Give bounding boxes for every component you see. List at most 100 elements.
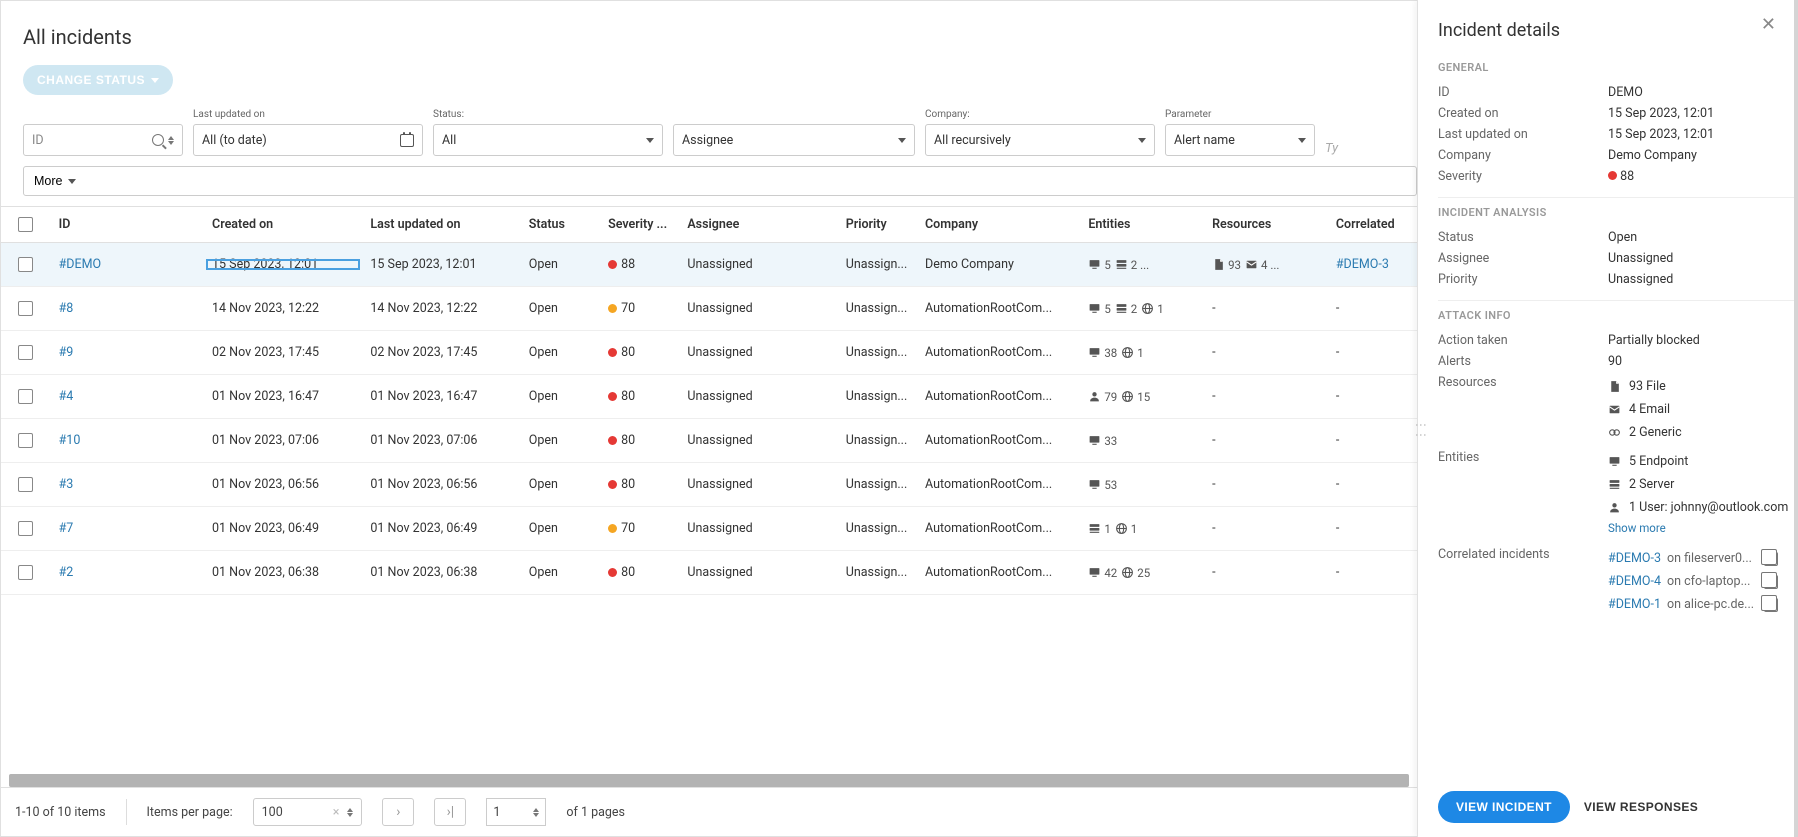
more-filters-button[interactable]: More [23,166,1417,196]
view-responses-button[interactable]: VIEW RESPONSES [1584,800,1698,814]
table-row[interactable]: #DEMO 15 Sep 2023, 12:01 15 Sep 2023, 12… [1,243,1417,287]
table-row[interactable]: #2 01 Nov 2023, 06:38 01 Nov 2023, 06:38… [1,551,1417,595]
col-status[interactable]: Status [521,217,600,232]
section-attack: ATTACK INFO [1438,309,1794,322]
incident-id-link[interactable]: #3 [59,477,74,492]
company-filter[interactable]: All recursively [925,124,1155,156]
pager-last-button[interactable]: ›| [434,798,466,826]
row-checkbox[interactable] [18,565,33,580]
severity-dot-icon [608,260,617,269]
incident-id-link[interactable]: #4 [59,389,74,404]
file-icon: 93 [1212,258,1241,272]
page-number-input[interactable]: 1 [486,798,546,826]
show-more-link[interactable]: Show more [1608,519,1794,541]
table-row[interactable]: #8 14 Nov 2023, 12:22 14 Nov 2023, 12:22… [1,287,1417,331]
table-row[interactable]: #7 01 Nov 2023, 06:49 01 Nov 2023, 06:49… [1,507,1417,551]
incident-id-link[interactable]: #9 [59,345,74,360]
severity-dot-icon [608,348,617,357]
col-updated[interactable]: Last updated on [362,217,520,232]
detail-alerts-link[interactable]: 90 [1608,354,1794,369]
status-filter[interactable]: All [433,124,663,156]
correlated-incident-link[interactable]: #DEMO-1 [1608,597,1661,612]
chevron-down-icon [646,138,654,143]
cell-priority: Unassign... [838,345,917,360]
change-status-button[interactable]: CHANGE STATUS [23,65,173,95]
chevron-down-icon [898,138,906,143]
incident-id-link[interactable]: #7 [59,521,74,536]
chevron-down-icon [1138,138,1146,143]
correlated-incident-link[interactable]: #DEMO-4 [1608,574,1661,589]
row-checkbox[interactable] [18,433,33,448]
copy-icon[interactable] [1764,598,1778,612]
copy-icon[interactable] [1764,552,1778,566]
col-created[interactable]: Created on [204,217,362,232]
correlated-link[interactable]: #DEMO-3 [1336,257,1389,272]
severity-dot-icon [608,304,617,313]
cell-updated: 01 Nov 2023, 07:06 [362,433,520,448]
globe-icon: 25 [1121,566,1150,580]
table-row[interactable]: #9 02 Nov 2023, 17:45 02 Nov 2023, 17:45… [1,331,1417,375]
cell-created: 01 Nov 2023, 06:56 [204,477,362,492]
row-checkbox[interactable] [18,389,33,404]
col-id[interactable]: ID [51,217,204,232]
cell-created: 01 Nov 2023, 16:47 [204,389,362,404]
cell-assignee: Unassigned [679,565,837,580]
row-checkbox[interactable] [18,257,33,272]
close-icon[interactable]: ✕ [1761,14,1776,35]
row-checkbox[interactable] [18,301,33,316]
endpoint-icon: 5 [1088,258,1110,272]
detail-assignee: Unassigned [1608,251,1794,266]
cell-created: 14 Nov 2023, 12:22 [204,301,362,316]
table-row[interactable]: #10 01 Nov 2023, 07:06 01 Nov 2023, 07:0… [1,419,1417,463]
incident-id-link[interactable]: #2 [59,565,74,580]
incidents-table: ID Created on Last updated on Status Sev… [1,206,1417,836]
table-row[interactable]: #3 01 Nov 2023, 06:56 01 Nov 2023, 06:56… [1,463,1417,507]
horizontal-scrollbar[interactable] [9,774,1409,787]
col-entities[interactable]: Entities [1080,217,1204,232]
table-row[interactable]: #4 01 Nov 2023, 16:47 01 Nov 2023, 16:47… [1,375,1417,419]
row-checkbox[interactable] [18,521,33,536]
cell-resources: - [1204,389,1328,404]
panel-footer: VIEW INCIDENT VIEW RESPONSES [1418,777,1794,837]
col-priority[interactable]: Priority [838,217,917,232]
endpoint-icon: 53 [1088,478,1117,492]
server-icon: 2 ... [1115,258,1149,272]
row-checkbox[interactable] [18,345,33,360]
panel-title: Incident details [1418,0,1794,55]
correlated-incident-link[interactable]: #DEMO-3 [1608,551,1661,566]
drag-handle-icon[interactable]: ⋮⋮ [1414,419,1428,439]
copy-icon[interactable] [1764,575,1778,589]
items-per-page-select[interactable]: 100 × [253,798,363,826]
cell-assignee: Unassigned [679,301,837,316]
cell-assignee: Unassigned [679,389,837,404]
last-updated-filter-label: Last updated on [193,109,423,120]
cell-resources: - [1204,477,1328,492]
toolbar: CHANGE STATUS [1,65,1417,109]
col-assignee[interactable]: Assignee [679,217,837,232]
row-checkbox[interactable] [18,477,33,492]
col-correlated[interactable]: Correlated [1328,217,1417,232]
col-company[interactable]: Company [917,217,1080,232]
incident-id-link[interactable]: #DEMO [59,257,102,272]
cell-priority: Unassign... [838,301,917,316]
incident-id-link[interactable]: #8 [59,301,74,316]
cell-status: Open [521,565,600,580]
parameter-filter[interactable]: Alert name [1165,124,1315,156]
cell-correlated: - [1328,565,1417,580]
incident-details-panel: ⋮⋮ ✕ Incident details GENERAL IDDEMO Cre… [1417,0,1798,837]
type-filter-partial: Ty [1325,141,1345,156]
view-incident-button[interactable]: VIEW INCIDENT [1438,791,1570,823]
cell-priority: Unassign... [838,433,917,448]
col-severity[interactable]: Severity ... [600,217,679,232]
chevron-down-icon [68,179,76,184]
cell-company: Demo Company [917,257,1080,272]
select-all-checkbox[interactable] [18,217,33,232]
pager-next-button[interactable]: › [382,798,414,826]
incident-id-link[interactable]: #10 [59,433,81,448]
id-filter-input[interactable]: ID [23,124,183,156]
last-updated-filter[interactable]: All (to date) [193,124,423,156]
endpoint-icon: 33 [1088,434,1117,448]
assignee-filter[interactable]: Assignee [673,124,915,156]
col-resources[interactable]: Resources [1204,217,1328,232]
cell-company: AutomationRootCom... [917,345,1080,360]
